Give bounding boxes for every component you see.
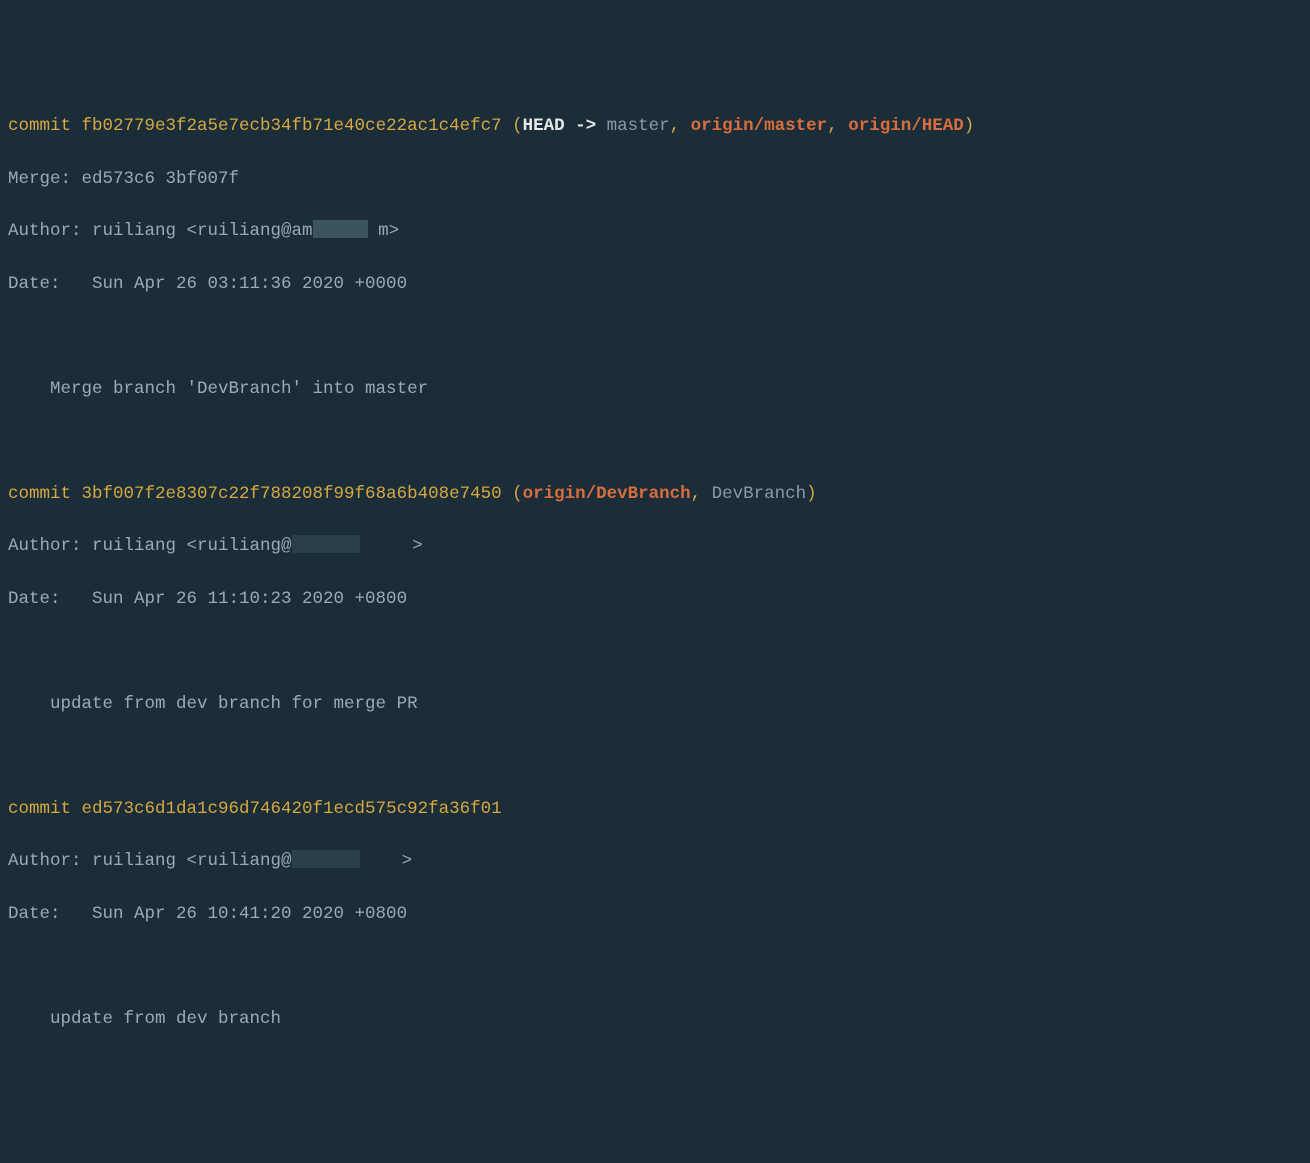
commit-message: update from dev branch <box>8 1006 1302 1032</box>
ref-master: master <box>607 116 670 136</box>
commit-hash: 3bf007f2e8307c22f788208f99f68a6b408e7450 <box>82 484 502 504</box>
commit-message: Merge branch 'DevBranch' into master <box>8 376 1302 402</box>
date-line: Date: Sun Apr 26 11:10:23 2020 +0800 <box>8 586 1302 612</box>
blank-line <box>8 428 1302 454</box>
refs-close: ) <box>964 116 975 136</box>
date-line: Date: Sun Apr 26 10:41:20 2020 +0800 <box>8 901 1302 927</box>
commit-header-line: commit ed573c6d1da1c96d746420f1ecd575c92… <box>8 796 1302 822</box>
author-line: Author: ruiliang <ruiliang@ > <box>8 848 1302 874</box>
commit-label: commit <box>8 116 82 136</box>
commit-message: update from dev branch for merge PR <box>8 691 1302 717</box>
date-line: Date: Sun Apr 26 03:11:36 2020 +0000 <box>8 271 1302 297</box>
blank-line <box>8 953 1302 979</box>
commit-label: commit <box>8 799 82 819</box>
commit-hash: ed573c6d1da1c96d746420f1ecd575c92fa36f01 <box>82 799 502 819</box>
commit-hash: fb02779e3f2a5e7ecb34fb71e40ce22ac1c4efc7 <box>82 116 502 136</box>
redacted-domain-icon <box>292 535 360 553</box>
ref-devbranch: DevBranch <box>712 484 807 504</box>
blank-line <box>8 323 1302 349</box>
author-suffix: m> <box>378 221 399 241</box>
ref-origin-devbranch: origin/DevBranch <box>523 484 691 504</box>
ref-sep: , <box>670 116 691 136</box>
refs-open: ( <box>502 116 523 136</box>
ref-origin-master: origin/master <box>691 116 828 136</box>
author-prefix: Author: ruiliang <ruiliang@ <box>8 536 292 556</box>
ref-origin-head: origin/HEAD <box>848 116 964 136</box>
redacted-domain-icon <box>292 850 360 868</box>
author-suffix: > <box>412 536 423 556</box>
refs-open: ( <box>502 484 523 504</box>
commit-header-line: commit 3bf007f2e8307c22f788208f99f68a6b4… <box>8 481 1302 507</box>
merge-line: Merge: ed573c6 3bf007f <box>8 166 1302 192</box>
ref-sep: , <box>691 484 712 504</box>
commit-header-line: commit fb02779e3f2a5e7ecb34fb71e40ce22ac… <box>8 113 1302 139</box>
blank-line <box>8 743 1302 769</box>
blank-line <box>8 638 1302 664</box>
author-prefix: Author: ruiliang <ruiliang@ <box>8 851 292 871</box>
refs-close: ) <box>806 484 817 504</box>
author-suffix: > <box>402 851 413 871</box>
ref-sep: , <box>827 116 848 136</box>
author-prefix: Author: ruiliang <ruiliang@am <box>8 221 313 241</box>
ref-head: HEAD -> <box>523 116 607 136</box>
commit-label: commit <box>8 484 82 504</box>
author-line: Author: ruiliang <ruiliang@ > <box>8 533 1302 559</box>
author-line: Author: ruiliang <ruiliang@am m> <box>8 218 1302 244</box>
redacted-domain-icon <box>313 220 368 238</box>
